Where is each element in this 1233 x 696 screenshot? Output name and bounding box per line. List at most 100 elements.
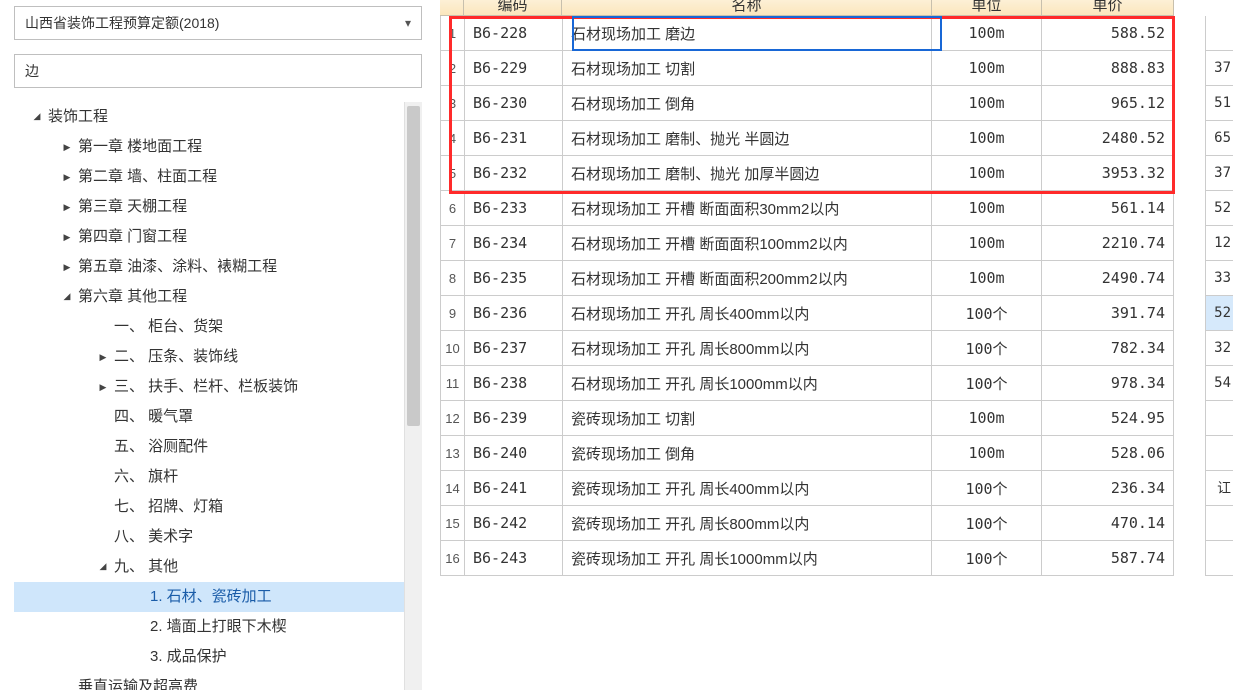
name-cell[interactable]: 石材现场加工 开孔 周长1000mm以内 — [563, 366, 932, 401]
name-cell[interactable]: 石材现场加工 倒角 — [563, 86, 932, 121]
name-cell[interactable]: 石材现场加工 磨制、抛光 半圆边 — [563, 121, 932, 156]
name-cell[interactable]: 石材现场加工 磨制、抛光 加厚半圆边 — [563, 156, 932, 191]
unit-cell[interactable]: 100m — [932, 401, 1042, 436]
unit-cell[interactable]: 100m — [932, 86, 1042, 121]
price-cell[interactable]: 470.14 — [1042, 506, 1174, 541]
tree-item[interactable]: 2. 墙面上打眼下木楔 — [14, 612, 422, 642]
code-cell[interactable]: B6-235 — [465, 261, 563, 296]
name-cell[interactable]: 瓷砖现场加工 切割 — [563, 401, 932, 436]
name-cell[interactable]: 石材现场加工 开槽 断面面积30mm2以内 — [563, 191, 932, 226]
price-cell[interactable]: 391.74 — [1042, 296, 1174, 331]
scrollbar-thumb[interactable] — [407, 106, 420, 426]
tree-item[interactable]: 六、 旗杆 — [14, 462, 422, 492]
tree-item[interactable]: 四、 暖气罩 — [14, 402, 422, 432]
header-unit[interactable]: 单位 — [932, 0, 1042, 16]
tree-item[interactable]: 一、 柜台、货架 — [14, 312, 422, 342]
price-cell[interactable]: 978.34 — [1042, 366, 1174, 401]
scrollbar-vertical[interactable] — [404, 102, 422, 690]
tree-item[interactable]: ◢九、 其他 — [14, 552, 422, 582]
unit-cell[interactable]: 100m — [932, 226, 1042, 261]
code-cell[interactable]: B6-238 — [465, 366, 563, 401]
name-cell[interactable]: 石材现场加工 开孔 周长400mm以内 — [563, 296, 932, 331]
unit-cell[interactable]: 100m — [932, 16, 1042, 51]
unit-cell[interactable]: 100m — [932, 121, 1042, 156]
unit-cell[interactable]: 100个 — [932, 331, 1042, 366]
code-cell[interactable]: B6-228 — [465, 16, 563, 51]
tree-item[interactable]: 五、 浴厕配件 — [14, 432, 422, 462]
name-cell[interactable]: 瓷砖现场加工 开孔 周长1000mm以内 — [563, 541, 932, 576]
tree-item[interactable]: ▶第二章 墙、柱面工程 — [14, 162, 422, 192]
code-cell[interactable]: B6-240 — [465, 436, 563, 471]
price-cell[interactable]: 2490.74 — [1042, 261, 1174, 296]
tree-item[interactable]: ◢装饰工程 — [14, 102, 422, 132]
table-row[interactable]: 11B6-238石材现场加工 开孔 周长1000mm以内100个978.34 — [441, 366, 1174, 401]
table-row[interactable]: 14B6-241瓷砖现场加工 开孔 周长400mm以内100个236.34 — [441, 471, 1174, 506]
code-cell[interactable]: B6-242 — [465, 506, 563, 541]
name-cell[interactable]: 石材现场加工 开槽 断面面积100mm2以内 — [563, 226, 932, 261]
unit-cell[interactable]: 100个 — [932, 471, 1042, 506]
name-cell[interactable]: 瓷砖现场加工 开孔 周长400mm以内 — [563, 471, 932, 506]
unit-cell[interactable]: 100个 — [932, 366, 1042, 401]
name-cell[interactable]: 瓷砖现场加工 倒角 — [563, 436, 932, 471]
table-row[interactable]: 5B6-232石材现场加工 磨制、抛光 加厚半圆边100m3953.32 — [441, 156, 1174, 191]
code-cell[interactable]: B6-234 — [465, 226, 563, 261]
code-cell[interactable]: B6-243 — [465, 541, 563, 576]
price-cell[interactable]: 588.52 — [1042, 16, 1174, 51]
tree-item[interactable]: ▶第一章 楼地面工程 — [14, 132, 422, 162]
header-name[interactable]: 名称 — [562, 0, 932, 16]
search-input[interactable]: 边 — [14, 54, 422, 88]
tree-item[interactable]: ▶第三章 天棚工程 — [14, 192, 422, 222]
unit-cell[interactable]: 100个 — [932, 541, 1042, 576]
tree-item[interactable]: ▶第四章 门窗工程 — [14, 222, 422, 252]
price-cell[interactable]: 528.06 — [1042, 436, 1174, 471]
tree-item[interactable]: ▶二、 压条、装饰线 — [14, 342, 422, 372]
price-cell[interactable]: 3953.32 — [1042, 156, 1174, 191]
tree-item[interactable]: 3. 成品保护 — [14, 642, 422, 672]
name-cell[interactable]: 石材现场加工 开孔 周长800mm以内 — [563, 331, 932, 366]
name-cell[interactable]: 石材现场加工 切割 — [563, 51, 932, 86]
price-cell[interactable]: 782.34 — [1042, 331, 1174, 366]
code-cell[interactable]: B6-232 — [465, 156, 563, 191]
quota-standard-dropdown[interactable]: 山西省装饰工程预算定额(2018) ▾ — [14, 6, 422, 40]
unit-cell[interactable]: 100m — [932, 436, 1042, 471]
price-cell[interactable]: 561.14 — [1042, 191, 1174, 226]
code-cell[interactable]: B6-239 — [465, 401, 563, 436]
unit-cell[interactable]: 100个 — [932, 296, 1042, 331]
code-cell[interactable]: B6-237 — [465, 331, 563, 366]
code-cell[interactable]: B6-231 — [465, 121, 563, 156]
code-cell[interactable]: B6-236 — [465, 296, 563, 331]
table-row[interactable]: 6B6-233石材现场加工 开槽 断面面积30mm2以内100m561.14 — [441, 191, 1174, 226]
table-row[interactable]: 15B6-242瓷砖现场加工 开孔 周长800mm以内100个470.14 — [441, 506, 1174, 541]
table-row[interactable]: 10B6-237石材现场加工 开孔 周长800mm以内100个782.34 — [441, 331, 1174, 366]
table-row[interactable]: 12B6-239瓷砖现场加工 切割100m524.95 — [441, 401, 1174, 436]
name-cell[interactable]: 石材现场加工 磨边 — [563, 16, 932, 51]
tree-item[interactable]: 垂直运输及超高费 — [14, 672, 422, 690]
table-row[interactable]: 2B6-229石材现场加工 切割100m888.83 — [441, 51, 1174, 86]
unit-cell[interactable]: 100m — [932, 51, 1042, 86]
unit-cell[interactable]: 100个 — [932, 506, 1042, 541]
table-row[interactable]: 3B6-230石材现场加工 倒角100m965.12 — [441, 86, 1174, 121]
code-cell[interactable]: B6-233 — [465, 191, 563, 226]
price-cell[interactable]: 2210.74 — [1042, 226, 1174, 261]
price-cell[interactable]: 587.74 — [1042, 541, 1174, 576]
tree-item[interactable]: ◢第六章 其他工程 — [14, 282, 422, 312]
unit-cell[interactable]: 100m — [932, 191, 1042, 226]
unit-cell[interactable]: 100m — [932, 156, 1042, 191]
header-code[interactable]: 编码 — [464, 0, 562, 16]
price-cell[interactable]: 888.83 — [1042, 51, 1174, 86]
code-cell[interactable]: B6-230 — [465, 86, 563, 121]
table-row[interactable]: 1B6-228石材现场加工 磨边100m588.52 — [441, 16, 1174, 51]
table-row[interactable]: 4B6-231石材现场加工 磨制、抛光 半圆边100m2480.52 — [441, 121, 1174, 156]
tree-item[interactable]: ▶三、 扶手、栏杆、栏板装饰 — [14, 372, 422, 402]
tree-item[interactable]: ▶第五章 油漆、涂料、裱糊工程 — [14, 252, 422, 282]
table-row[interactable]: 13B6-240瓷砖现场加工 倒角100m528.06 — [441, 436, 1174, 471]
table-row[interactable]: 9B6-236石材现场加工 开孔 周长400mm以内100个391.74 — [441, 296, 1174, 331]
table-row[interactable]: 7B6-234石材现场加工 开槽 断面面积100mm2以内100m2210.74 — [441, 226, 1174, 261]
table-row[interactable]: 8B6-235石材现场加工 开槽 断面面积200mm2以内100m2490.74 — [441, 261, 1174, 296]
code-cell[interactable]: B6-229 — [465, 51, 563, 86]
tree-item[interactable]: 八、 美术字 — [14, 522, 422, 552]
price-cell[interactable]: 2480.52 — [1042, 121, 1174, 156]
price-cell[interactable]: 236.34 — [1042, 471, 1174, 506]
name-cell[interactable]: 瓷砖现场加工 开孔 周长800mm以内 — [563, 506, 932, 541]
code-cell[interactable]: B6-241 — [465, 471, 563, 506]
